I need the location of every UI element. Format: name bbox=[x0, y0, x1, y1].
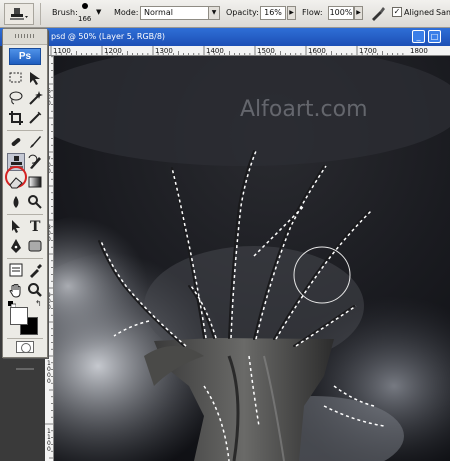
horizontal-ruler[interactable]: 110012001300140015001600170018001900 bbox=[45, 46, 450, 56]
quick-mask-button[interactable] bbox=[16, 341, 34, 353]
brush-dropdown-icon[interactable]: ▼ bbox=[96, 8, 101, 16]
eyedropper-tool[interactable] bbox=[26, 261, 44, 279]
opacity-label: Opacity: bbox=[226, 8, 259, 17]
marquee-tool[interactable] bbox=[7, 69, 25, 87]
separator bbox=[7, 130, 43, 131]
gradient-tool[interactable] bbox=[26, 173, 44, 191]
ruler-label: 1100 bbox=[53, 47, 71, 55]
eraser-tool[interactable] bbox=[7, 173, 25, 191]
blur-tool[interactable] bbox=[7, 193, 25, 211]
separator bbox=[7, 214, 43, 215]
tool-preset-picker[interactable] bbox=[4, 3, 34, 25]
ruler-label: 1300 bbox=[155, 47, 173, 55]
sample-label: Sam bbox=[436, 8, 450, 17]
photoshop-logo[interactable]: Ps bbox=[9, 48, 41, 65]
drag-grip-icon[interactable] bbox=[15, 34, 35, 38]
ruler-label: 1400 bbox=[206, 47, 224, 55]
dodge-tool[interactable] bbox=[26, 193, 44, 211]
photoshop-window: Brush: 166 ▼ Mode: Normal ▼ Opacity: 16%… bbox=[0, 0, 450, 461]
ruler-label: 0 bbox=[47, 378, 51, 385]
separator bbox=[7, 258, 43, 259]
ruler-label: 1200 bbox=[104, 47, 122, 55]
slice-tool[interactable] bbox=[26, 109, 44, 127]
ruler-label: 1600 bbox=[308, 47, 326, 55]
flow-input[interactable]: 100% bbox=[328, 6, 354, 20]
document-titlebar[interactable]: psd @ 50% (Layer 5, RGB/8) _ □ bbox=[0, 28, 450, 46]
hand-tool[interactable] bbox=[7, 281, 25, 299]
opacity-slider-button[interactable]: ▶ bbox=[287, 6, 296, 20]
opacity-input[interactable]: 16% bbox=[260, 6, 286, 20]
mode-label: Mode: bbox=[114, 8, 139, 17]
separator bbox=[7, 338, 43, 339]
flow-label: Flow: bbox=[302, 8, 323, 17]
pen-tool[interactable] bbox=[7, 237, 25, 255]
airbrush-icon[interactable] bbox=[370, 5, 386, 23]
document-title: psd @ 50% (Layer 5, RGB/8) bbox=[51, 32, 166, 41]
ruler-label: 0 bbox=[47, 446, 51, 453]
aligned-checkbox[interactable]: ✓ bbox=[392, 7, 402, 17]
ruler-ticks: 110012001300140015001600170018001900 bbox=[45, 46, 428, 55]
screen-mode-button[interactable] bbox=[16, 355, 34, 370]
watermark-text: Alfoart.com bbox=[240, 97, 368, 122]
minimize-button[interactable]: _ bbox=[412, 30, 425, 43]
toolbox-titlebar[interactable] bbox=[3, 29, 47, 45]
svg-text:T: T bbox=[30, 219, 41, 234]
swap-colors-icon[interactable]: ↰ bbox=[35, 299, 42, 308]
path-selection-tool[interactable] bbox=[7, 217, 25, 235]
ruler-label: 1800 bbox=[410, 47, 428, 55]
canvas-image: Alfoart.com bbox=[54, 56, 450, 461]
ruler-label: 1700 bbox=[359, 47, 377, 55]
type-tool[interactable]: T bbox=[26, 217, 44, 235]
maximize-button[interactable]: □ bbox=[428, 30, 441, 43]
history-brush-tool[interactable] bbox=[26, 153, 44, 171]
shape-tool[interactable] bbox=[26, 237, 44, 255]
clone-stamp-icon bbox=[10, 8, 28, 20]
ruler-label: 1500 bbox=[257, 47, 275, 55]
options-bar: Brush: 166 ▼ Mode: Normal ▼ Opacity: 16%… bbox=[0, 0, 450, 28]
crop-tool[interactable] bbox=[7, 109, 25, 127]
separator bbox=[40, 3, 41, 25]
zoom-tool[interactable] bbox=[26, 281, 44, 299]
flow-slider-button[interactable]: ▶ bbox=[354, 6, 363, 20]
mode-select[interactable]: Normal ▼ bbox=[140, 6, 220, 20]
document-canvas[interactable]: Alfoart.com bbox=[54, 56, 450, 461]
chevron-down-icon: ▼ bbox=[208, 7, 219, 19]
healing-brush-tool[interactable] bbox=[7, 133, 25, 151]
foreground-color-swatch[interactable] bbox=[10, 307, 28, 325]
brush-label: Brush: bbox=[52, 8, 78, 17]
brush-preview[interactable] bbox=[82, 3, 88, 9]
lasso-tool[interactable] bbox=[7, 89, 25, 107]
aligned-label: Aligned bbox=[404, 8, 435, 17]
brush-size: 166 bbox=[78, 15, 92, 23]
mode-value: Normal bbox=[144, 8, 173, 17]
move-tool[interactable] bbox=[26, 69, 44, 87]
notes-tool[interactable] bbox=[7, 261, 25, 279]
magic-wand-tool[interactable] bbox=[26, 89, 44, 107]
toolbox-panel: Ps T ↰ bbox=[2, 28, 48, 370]
brush-tool[interactable] bbox=[26, 133, 44, 151]
